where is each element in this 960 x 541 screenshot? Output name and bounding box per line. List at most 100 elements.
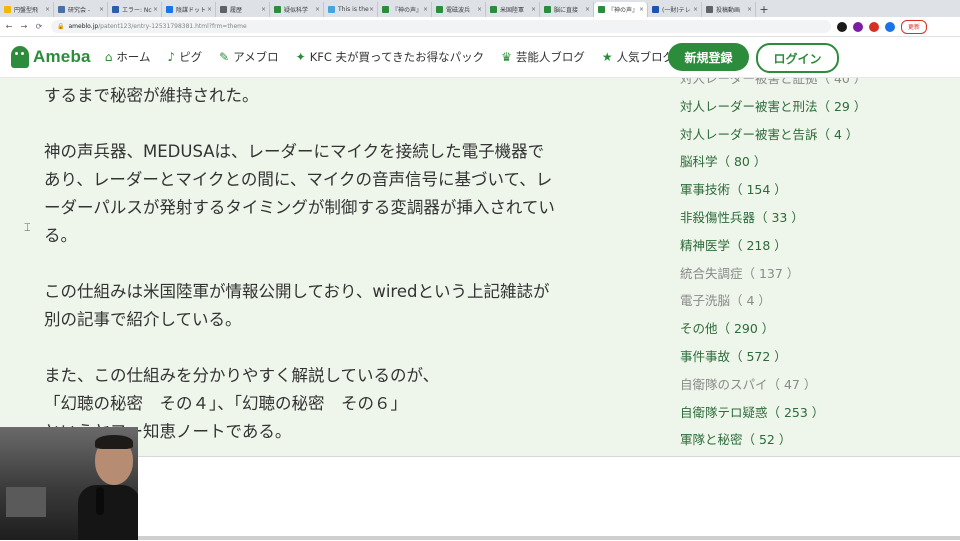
nav-item[interactable]: ♪ ピグ (167, 49, 202, 65)
browser-tab[interactable]: 疑似科学 × (270, 2, 324, 17)
nav-item-label: アメブロ (233, 50, 279, 64)
nav-item[interactable]: ♛ 芸能人ブログ (501, 49, 585, 65)
login-button[interactable]: ログイン (756, 43, 839, 73)
register-button[interactable]: 新規登録 (668, 43, 749, 71)
reload-icon[interactable]: ⟳ (33, 22, 45, 31)
tab-close-icon[interactable]: × (639, 6, 644, 13)
webcam-person-hair (95, 435, 133, 449)
article-line: この仕組みは米国陸軍が情報公開しており、wiredという上記雑誌が (44, 282, 550, 301)
category-link[interactable]: 対人レーダー被害と告訴（ 4 ） (680, 124, 858, 143)
category-link[interactable]: 軍事技術（ 154 ） (680, 179, 787, 198)
mouse-cursor-icon: ⌶ (24, 221, 31, 234)
category-link[interactable]: 脳科学（ 80 ） (680, 151, 766, 170)
nav-item-label: 芸能人ブログ (515, 50, 585, 64)
extension-icon[interactable] (853, 21, 863, 32)
tab-close-icon[interactable]: × (693, 6, 698, 13)
browser-tab[interactable]: 脳に直接 × (540, 2, 594, 17)
site-header: Ameba ⌂ ホーム ♪ ピグ ✎ アメブロ ✦ KFC 夫が買ってきたお得なパック ♛ 芸能人… (0, 37, 960, 78)
tab-label: 『神の声』 (392, 7, 423, 14)
tab-favicon-icon (652, 6, 659, 13)
category-link[interactable]: 統合失調症（ 137 ） (680, 263, 799, 282)
article-line: ーダーパルスが発射するタイミングが制御する変調器が挿入されてい (44, 198, 555, 217)
url-path: /patent123/entry-12531798381.html?frm=th… (98, 23, 247, 30)
tab-close-icon[interactable]: × (585, 6, 590, 13)
article-paragraph: 神の声兵器、MEDUSAは、レーダーにマイクを接続した電子機器で あり、レーダーと… (44, 138, 604, 250)
tab-favicon-icon (166, 6, 173, 13)
tab-close-icon[interactable]: × (261, 6, 266, 13)
category-link[interactable]: 非殺傷性兵器（ 33 ） (680, 207, 804, 226)
category-link[interactable]: 自衛隊のスパイ（ 47 ） (680, 374, 816, 393)
logo-text: Ameba (33, 47, 91, 66)
browser-tab[interactable]: 陰謀ドット × (162, 2, 216, 17)
sparkle-icon: ✦ (295, 50, 306, 64)
nav-item[interactable]: ✦ KFC 夫が買ってきたお得なパック (296, 49, 484, 65)
extension-icon[interactable] (837, 21, 847, 32)
tab-close-icon[interactable]: × (747, 6, 752, 13)
tab-favicon-icon (544, 6, 551, 13)
tab-favicon-icon (4, 6, 11, 13)
nav-item[interactable]: ✎ アメブロ (219, 49, 279, 65)
category-link[interactable]: 対人レーダー被害と刑法（ 29 ） (680, 96, 866, 115)
webcam-desk (6, 487, 46, 517)
article-paragraph: するまで秘密が維持された。 (44, 82, 604, 110)
tab-close-icon[interactable]: × (153, 6, 158, 13)
article-paragraph: この仕組みは米国陸軍が情報公開しており、wiredという上記雑誌が 別の記事で紹介… (44, 278, 604, 334)
browser-tab-strip: 円盤型飛 × 研究会 - × エラー: Nc × 陰謀ドット × 履歴 × 疑似科学 × This is… (0, 0, 960, 17)
tab-close-icon[interactable]: × (531, 6, 536, 13)
ameba-logo-icon (11, 46, 29, 68)
category-link[interactable]: その他（ 290 ） (680, 318, 774, 337)
blog-page: するまで秘密が維持された。神の声兵器、MEDUSAは、レーダーにマイクを接続した… (0, 78, 960, 456)
tab-close-icon[interactable]: × (423, 6, 428, 13)
forward-icon[interactable]: → (18, 22, 30, 31)
browser-tab[interactable]: 米国陸軍 × (486, 2, 540, 17)
category-link[interactable]: 精神医学（ 218 ） (680, 235, 787, 254)
category-link[interactable]: 事件事故（ 572 ） (680, 346, 787, 365)
pig-icon: ♪ (167, 50, 176, 64)
nav-item-label: 人気ブログ (616, 50, 675, 64)
category-link[interactable]: 対人レーダー被害と証拠（ 40 ） (680, 78, 866, 87)
browser-tab[interactable]: エラー: Nc × (108, 2, 162, 17)
tab-favicon-icon (382, 6, 389, 13)
url-host: ameblo.jp (68, 23, 99, 30)
article-line: するまで秘密が維持された。 (44, 86, 259, 105)
category-link[interactable]: 自衛隊テロ疑惑（ 253 ） (680, 402, 824, 421)
back-icon[interactable]: ← (3, 22, 15, 31)
browser-tab[interactable]: (一財)テレ × (648, 2, 702, 17)
browser-tab[interactable]: 『神の声』 × (378, 2, 432, 17)
tab-favicon-icon (112, 6, 119, 13)
category-link[interactable]: 電子洗脳（ 4 ） (680, 290, 771, 309)
update-button[interactable]: 更新 (901, 19, 928, 34)
nav-item[interactable]: ★ 人気ブログ (602, 49, 674, 65)
browser-tab[interactable]: 『神の声』 × (594, 2, 648, 17)
tab-close-icon[interactable]: × (207, 6, 212, 13)
address-bar[interactable]: 🔒 ameblo.jp /patent123/entry-12531798381… (51, 20, 831, 33)
browser-tab[interactable]: 研究会 - × (54, 2, 108, 17)
tab-close-icon[interactable]: × (315, 6, 320, 13)
new-tab-icon[interactable]: + (756, 2, 772, 17)
pen-icon: ✎ (219, 50, 230, 64)
browser-tab[interactable]: 履歴 × (216, 2, 270, 17)
category-link[interactable]: 軍隊と秘密（ 52 ） (680, 429, 791, 448)
browser-tab[interactable]: This is the × (324, 2, 378, 17)
profile-avatar[interactable] (885, 21, 895, 32)
tab-label: This is the (338, 6, 369, 13)
ameba-logo[interactable]: Ameba (11, 46, 91, 68)
browser-tab[interactable]: 投稿動画 × (702, 2, 756, 17)
tab-label: 疑似科学 (284, 7, 309, 14)
horizontal-scrollbar[interactable] (118, 536, 960, 540)
browser-tab[interactable]: 円盤型飛 × (0, 2, 54, 17)
extension-icon[interactable] (869, 21, 879, 32)
tab-label: 履歴 (230, 7, 243, 14)
tab-close-icon[interactable]: × (477, 6, 482, 13)
browser-toolbar: ← → ⟳ 🔒 ameblo.jp /patent123/entry-12531… (0, 17, 960, 37)
microphone-icon (96, 487, 104, 515)
tab-label: 米国陸軍 (500, 7, 525, 14)
tab-close-icon[interactable]: × (45, 6, 50, 13)
page-footer-area (0, 456, 960, 541)
home-icon: ⌂ (104, 50, 113, 64)
tab-close-icon[interactable]: × (369, 6, 374, 13)
browser-tab[interactable]: 電磁波兵 × (432, 2, 486, 17)
lock-icon: 🔒 (57, 23, 65, 30)
tab-close-icon[interactable]: × (99, 6, 104, 13)
nav-item[interactable]: ⌂ ホーム (105, 49, 151, 65)
